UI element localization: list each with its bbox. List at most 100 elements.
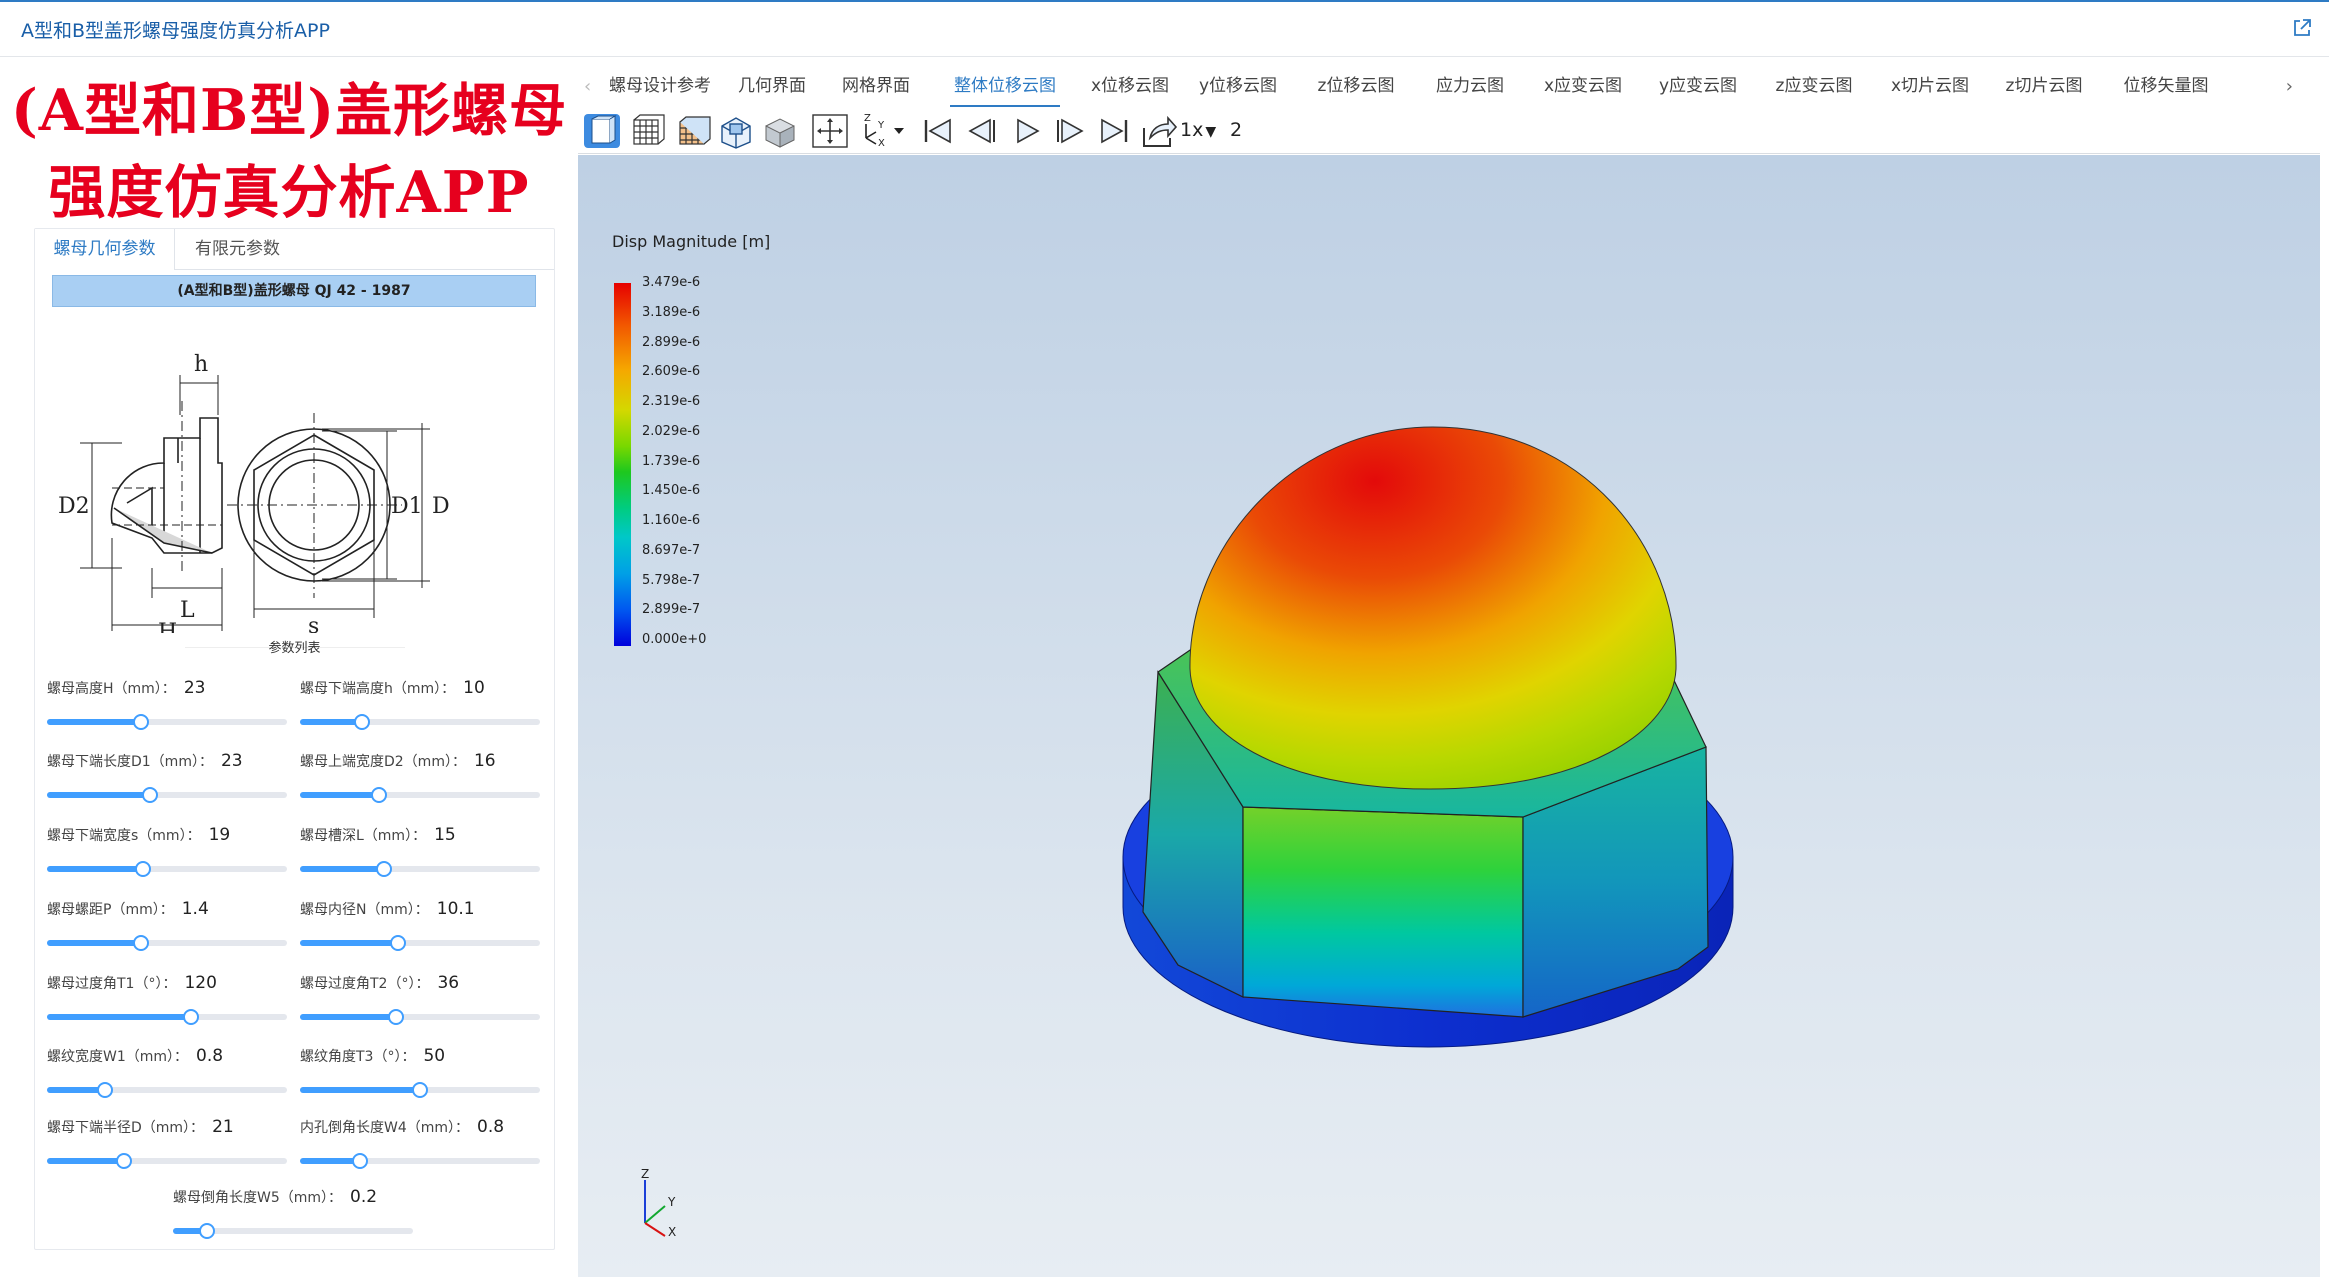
slider-handle[interactable] xyxy=(388,1009,404,1025)
param-slider[interactable] xyxy=(47,935,287,951)
param-slider[interactable] xyxy=(300,1082,540,1098)
slider-handle[interactable] xyxy=(115,1153,132,1169)
view-wireframe-icon[interactable] xyxy=(628,112,668,150)
slider-fill xyxy=(47,1014,191,1020)
tab-fem-params[interactable]: 有限元参数 xyxy=(175,229,300,270)
slider-handle[interactable] xyxy=(412,1082,428,1098)
view-mesh-icon[interactable] xyxy=(672,112,712,150)
last-frame-icon[interactable] xyxy=(1094,112,1134,150)
param-2: 螺母下端长度D1（mm）： 23 xyxy=(47,751,292,813)
param-slider[interactable] xyxy=(300,714,540,730)
frame-number: 2 xyxy=(1230,119,1243,141)
param-4: 螺母下端宽度s（mm）： 19 xyxy=(47,825,292,887)
view-shaded-icon[interactable] xyxy=(760,112,800,150)
slider-handle[interactable] xyxy=(135,861,151,877)
param-slider[interactable] xyxy=(47,1082,287,1098)
param-slider[interactable] xyxy=(47,1009,287,1025)
param-3: 螺母上端宽度D2（mm）： 16 xyxy=(300,751,545,813)
param-slider[interactable] xyxy=(47,714,287,730)
slider-fill xyxy=(47,866,143,872)
export-animation-icon[interactable] xyxy=(1138,112,1178,150)
param-14: 螺母倒角长度W5（mm）： 0.2 xyxy=(173,1187,418,1249)
slider-handle[interactable] xyxy=(183,1009,199,1025)
param-8: 螺母过度角T1（°）： 120 xyxy=(47,973,292,1035)
view-tab-8[interactable]: x应变云图 xyxy=(1544,66,1622,107)
slider-fill xyxy=(47,940,141,946)
view-tabs: ‹ 螺母设计参考 几何界面 网格界面 整体位移云图 x位移云图 y位移云图 z位移云图 应力云… xyxy=(578,66,2329,107)
slider-handle[interactable] xyxy=(371,787,388,803)
view-tab-7[interactable]: 应力云图 xyxy=(1434,66,1506,107)
tab-nut-geometry[interactable]: 螺母几何参数 xyxy=(35,229,175,270)
param-label: 螺母高度H（mm）： 23 xyxy=(47,678,205,698)
slider-handle[interactable] xyxy=(354,714,371,730)
param-7: 螺母内径N（mm）： 10.1 xyxy=(300,899,545,961)
param-slider[interactable] xyxy=(300,935,540,951)
param-value: 10 xyxy=(463,678,485,698)
open-external-icon[interactable] xyxy=(2292,18,2312,38)
param-slider[interactable] xyxy=(300,1009,540,1025)
param-label: 螺母过度角T1（°）： 120 xyxy=(47,973,217,993)
param-slider[interactable] xyxy=(300,861,540,877)
view-tab-0[interactable]: 螺母设计参考 xyxy=(608,66,712,107)
view-tab-1[interactable]: 几何界面 xyxy=(736,66,808,107)
view-tab-6[interactable]: z位移云图 xyxy=(1316,66,1396,107)
param-name: 螺纹宽度W1（mm）： xyxy=(47,1049,189,1065)
view-edges-icon[interactable] xyxy=(716,112,756,150)
view-tab-4[interactable]: x位移云图 xyxy=(1090,66,1170,107)
svg-text:Y: Y xyxy=(877,120,885,131)
slider-fill xyxy=(300,1087,420,1093)
view-tab-2[interactable]: 网格界面 xyxy=(840,66,912,107)
view-tab-12[interactable]: z切片云图 xyxy=(2004,66,2084,107)
param-label: 螺母倒角长度W5（mm）： 0.2 xyxy=(173,1187,377,1207)
slider-handle[interactable] xyxy=(198,1223,215,1239)
param-label: 螺母下端长度D1（mm）： 23 xyxy=(47,751,243,771)
legend-tick-label: 1.450e-6 xyxy=(642,483,701,499)
view-tab-9[interactable]: y应变云图 xyxy=(1658,66,1738,107)
banner-line-1: (A型和B型)盖形螺母 xyxy=(10,77,568,144)
param-value: 10.1 xyxy=(436,899,475,919)
tab-scroll-left-icon[interactable]: ‹ xyxy=(584,76,591,97)
view-tab-5[interactable]: y位移云图 xyxy=(1198,66,1278,107)
param-label: 内孔倒角长度W4（mm）： 0.8 xyxy=(300,1117,504,1137)
slider-handle[interactable] xyxy=(376,861,392,877)
fit-view-icon[interactable] xyxy=(810,112,850,150)
param-5: 螺母槽深L（mm）： 15 xyxy=(300,825,545,887)
slider-handle[interactable] xyxy=(132,714,149,730)
param-name: 螺母上端宽度D2（mm）： xyxy=(300,754,466,770)
param-slider[interactable] xyxy=(47,861,287,877)
view-tab-3[interactable]: 整体位移云图 xyxy=(950,66,1060,107)
param-name: 螺母倒角长度W5（mm）： xyxy=(173,1190,343,1206)
param-name: 螺母内径N（mm）： xyxy=(300,902,429,918)
first-frame-icon[interactable] xyxy=(918,112,958,150)
param-slider[interactable] xyxy=(300,787,540,803)
view-tab-13[interactable]: 位移矢量图 xyxy=(2120,66,2212,107)
view-solid-icon[interactable] xyxy=(582,112,622,150)
view-tab-10[interactable]: z应变云图 xyxy=(1774,66,1854,107)
view-tab-11[interactable]: x切片云图 xyxy=(1890,66,1970,107)
param-name: 螺母下端半径D（mm）： xyxy=(47,1120,205,1136)
previous-frame-icon[interactable] xyxy=(962,112,1002,150)
speed-select[interactable]: 1x ▼ xyxy=(1180,119,1216,141)
slider-handle[interactable] xyxy=(390,935,407,951)
param-value: 0.8 xyxy=(196,1046,224,1066)
param-slider[interactable] xyxy=(47,1153,287,1169)
param-slider[interactable] xyxy=(173,1223,413,1239)
slider-handle[interactable] xyxy=(142,787,159,803)
viewer-toolbar: ZYX 1x ▼ 2 xyxy=(578,108,2320,154)
param-label: 螺母下端高度h（mm）： 10 xyxy=(300,678,485,698)
axis-x-label: X xyxy=(668,1225,676,1238)
axes-orientation-icon[interactable]: ZYX xyxy=(854,112,910,150)
legend-tick-label: 2.899e-7 xyxy=(642,602,701,618)
param-slider[interactable] xyxy=(47,787,287,803)
next-frame-icon[interactable] xyxy=(1050,112,1090,150)
param-slider[interactable] xyxy=(300,1153,540,1169)
play-icon[interactable] xyxy=(1006,112,1046,150)
tab-scroll-right-icon[interactable]: › xyxy=(2286,76,2293,97)
legend-title: Disp Magnitude [m] xyxy=(612,232,771,251)
color-scale-bar xyxy=(614,283,631,646)
3d-viewport[interactable]: Disp Magnitude [m] 3.479e-6 3.189e-6 2.899… xyxy=(578,155,2320,1277)
slider-handle[interactable] xyxy=(96,1082,113,1098)
legend-tick-label: 1.160e-6 xyxy=(642,513,701,528)
slider-handle[interactable] xyxy=(352,1153,368,1169)
slider-handle[interactable] xyxy=(132,935,149,951)
